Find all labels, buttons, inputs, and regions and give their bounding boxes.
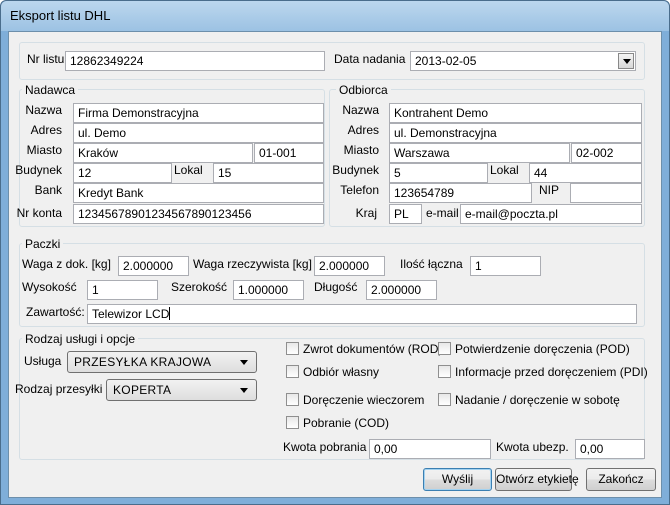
odbior-wlasny-checkbox[interactable] [286,365,299,378]
odbiorca-group-title: Odbiorca [336,83,391,97]
kwota-pobrania-label: Kwota pobrania [283,440,367,454]
pod-checkbox[interactable] [438,342,451,355]
odbiorca-miasto-field[interactable]: Warszawa [389,143,570,163]
cod-checkbox[interactable] [286,416,299,429]
nadawca-adres-label: Adres [30,123,62,137]
odbiorca-telefon-label: Telefon [340,183,379,197]
odbiorca-kraj-label: Kraj [355,206,377,220]
odbiorca-miasto-label: Miasto [343,143,379,157]
chevron-down-icon [240,388,248,393]
rod-checkbox[interactable] [286,342,299,355]
dlugosc-field[interactable]: 2.000000 [366,280,437,300]
nadawca-nr-konta-label: Nr konta [16,206,62,220]
zakoncz-button[interactable]: Zakończ [586,468,656,491]
dialog-window: Eksport listu DHL Nr listu 12862349224 D… [0,0,670,505]
odbiorca-kraj-field[interactable]: PL [389,204,422,224]
dialog-body: Nr listu 12862349224 Data nadania 2013-0… [8,31,662,498]
nr-listu-field[interactable]: 12862349224 [65,51,325,71]
nadawca-lokal-field[interactable]: 15 [213,163,324,183]
waga-rzeczywista-field[interactable]: 2.000000 [314,256,385,276]
pdi-checkbox[interactable] [438,365,451,378]
nadawca-adres-field[interactable]: ul. Demo [73,123,324,143]
odbiorca-budynek-field[interactable]: 5 [389,163,488,183]
odbiorca-kod-field[interactable]: 02-002 [571,143,642,163]
szerokosc-label: Szerokość [171,280,228,294]
data-nadania-picker[interactable]: 2013-02-05 [410,51,636,71]
odbiorca-adres-field[interactable]: ul. Demonstracyjna [389,123,642,143]
otworz-etykiete-button[interactable]: Otwórz etykietę [495,468,579,491]
kwota-ubezp-field[interactable]: 0,00 [575,439,645,459]
ilosc-laczna-field[interactable]: 1 [470,256,541,276]
odbiorca-budynek-label: Budynek [332,163,379,177]
usluga-label: Usługa [24,354,62,368]
title-bar[interactable]: Eksport listu DHL [1,1,669,31]
odbiorca-telefon-field[interactable]: 123654789 [389,183,532,203]
zawartosc-field[interactable]: Telewizor LCD [87,304,637,324]
nadawca-kod-field[interactable]: 01-001 [254,143,324,163]
rodzaj-przesylki-label: Rodzaj przesyłki [15,382,103,396]
text-caret [169,307,171,320]
paczki-group-title: Paczki [22,237,64,251]
doreczenie-wieczorem-checkbox[interactable] [286,393,299,406]
odbiorca-lokal-label: Lokal [490,163,519,177]
data-nadania-label: Data nadania [334,52,406,66]
odbiorca-nip-field[interactable] [570,183,642,203]
date-dropdown-button[interactable] [618,53,634,69]
odbiorca-lokal-field[interactable]: 44 [529,163,642,183]
nadawca-group-title: Nadawca [22,83,79,97]
doreczenie-wieczorem-label: Doręczenie wieczorem [303,393,425,407]
odbiorca-nip-label: NIP [539,183,560,197]
kwota-ubezp-label: Kwota ubezp. [496,440,569,454]
odbior-wlasny-label: Odbiór własny [303,365,380,379]
nadawca-nazwa-label: Nazwa [25,103,62,117]
nadawca-miasto-field[interactable]: Kraków [73,143,253,163]
zawartosc-label: Zawartość: [26,305,85,319]
sobota-checkbox[interactable] [438,393,451,406]
odbiorca-nazwa-label: Nazwa [342,103,379,117]
rodzaj-przesylki-select[interactable]: KOPERTA [106,379,257,401]
nadawca-budynek-field[interactable]: 12 [73,163,172,183]
uslugi-group-title: Rodzaj usługi i opcje [22,332,139,346]
nadawca-lokal-label: Lokal [174,163,203,177]
window-title: Eksport listu DHL [10,8,111,23]
odbiorca-email-label: e-mail [426,206,459,220]
wyslij-button[interactable]: Wyślij [423,468,492,491]
ilosc-laczna-label: Ilość łączna [400,257,463,271]
nr-listu-label: Nr listu [27,52,65,66]
wysokosc-label: Wysokość [22,280,77,294]
rod-label: Zwrot dokumentów (ROD) [303,342,443,356]
cod-label: Pobranie (COD) [303,416,390,430]
pod-label: Potwierdzenie doręczenia (POD) [455,342,630,356]
nadawca-bank-field[interactable]: Kredyt Bank [73,183,324,203]
usluga-value: PRZESYŁKA KRAJOWA [74,355,212,369]
nadawca-nazwa-field[interactable]: Firma Demonstracyjna [73,103,324,123]
szerokosc-field[interactable]: 1.000000 [233,280,304,300]
nadawca-nr-konta-field[interactable]: 12345678901234567890123456 [73,204,324,224]
odbiorca-adres-label: Adres [347,123,379,137]
wysokosc-field[interactable]: 1 [87,280,158,300]
waga-dok-field[interactable]: 2.000000 [118,256,189,276]
waga-rzeczywista-label: Waga rzeczywista [kg] [193,257,312,271]
zawartosc-value: Telewizor LCD [92,307,170,321]
kwota-pobrania-field[interactable]: 0,00 [369,439,491,459]
rodzaj-przesylki-value: KOPERTA [113,383,172,397]
chevron-down-icon [623,59,631,64]
data-nadania-value: 2013-02-05 [415,54,477,68]
odbiorca-nazwa-field[interactable]: Kontrahent Demo [389,103,642,123]
waga-dok-label: Waga z dok. [kg] [22,257,111,271]
usluga-select[interactable]: PRZESYŁKA KRAJOWA [67,351,257,373]
sobota-label: Nadanie / doręczenie w sobotę [455,393,620,407]
nadawca-miasto-label: Miasto [26,143,62,157]
nadawca-bank-label: Bank [34,183,62,197]
chevron-down-icon [240,360,248,365]
nadawca-budynek-label: Budynek [15,163,62,177]
pdi-label: Informacje przed doręczeniem (PDI) [455,365,648,379]
odbiorca-email-field[interactable]: e-mail@poczta.pl [460,204,642,224]
dlugosc-label: Długość [314,280,358,294]
